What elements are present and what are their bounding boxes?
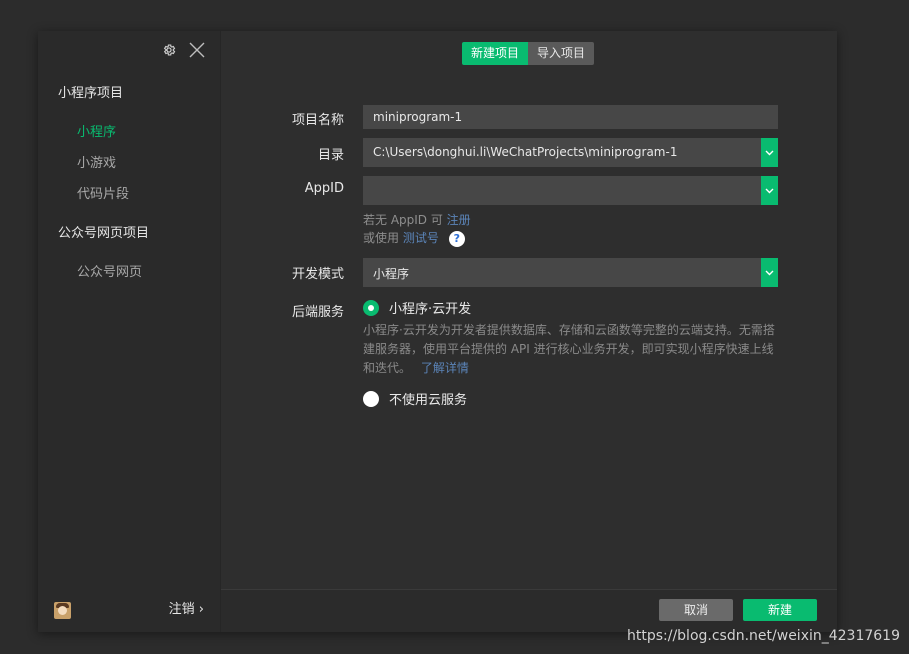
sidebar-toolbar <box>160 41 206 59</box>
radio-no-cloud-label: 不使用云服务 <box>389 393 468 408</box>
project-name-input[interactable]: miniprogram-1 <box>363 105 778 129</box>
learn-more-link[interactable]: 了解详情 <box>421 361 469 375</box>
appid-test-hint: 或使用 测试号? <box>363 229 465 247</box>
register-link[interactable]: 注册 <box>447 213 471 227</box>
section-mini-program: 小程序项目 <box>58 86 124 101</box>
project-tabs: 新建项目 导入项目 <box>462 42 595 65</box>
new-project-dialog: 小程序项目 小程序 小游戏 代码片段 公众号网页项目 公众号网页 注销 › 新建… <box>38 31 837 632</box>
cloud-dev-description: 小程序·云开发为开发者提供数据库、存储和云函数等完整的云端支持。无需搭建服务器，… <box>363 321 783 378</box>
appid-select[interactable] <box>363 176 778 205</box>
dialog-footer: 取消 新建 <box>221 589 837 632</box>
directory-value: C:\Users\donghui.li\WeChatProjects\minip… <box>373 145 678 159</box>
chevron-down-icon[interactable] <box>761 176 778 205</box>
sidebar-item-official-web[interactable]: 公众号网页 <box>77 261 142 280</box>
radio-no-cloud[interactable]: 不使用云服务 <box>363 389 467 408</box>
sidebar-item-code-snippet[interactable]: 代码片段 <box>77 183 129 202</box>
create-button[interactable]: 新建 <box>743 599 817 621</box>
radio-checked-icon <box>363 299 379 316</box>
cancel-button[interactable]: 取消 <box>659 599 733 621</box>
close-icon[interactable] <box>188 41 206 59</box>
project-name-label: 项目名称 <box>291 113 344 128</box>
tab-new-project[interactable]: 新建项目 <box>462 42 529 65</box>
logout-button[interactable]: 注销 › <box>169 598 204 617</box>
main-panel: 新建项目 导入项目 项目名称 miniprogram-1 目录 C:\Users… <box>221 31 837 632</box>
directory-select[interactable]: C:\Users\donghui.li\WeChatProjects\minip… <box>363 138 778 167</box>
appid-test-prefix: 或使用 <box>363 231 403 245</box>
radio-cloud-dev-label: 小程序·云开发 <box>389 302 472 317</box>
sidebar-item-minigame[interactable]: 小游戏 <box>77 152 116 171</box>
chevron-down-icon[interactable] <box>761 138 778 167</box>
sidebar: 小程序项目 小程序 小游戏 代码片段 公众号网页项目 公众号网页 注销 › <box>38 31 221 632</box>
watermark: https://blog.csdn.net/weixin_42317619 <box>626 628 900 644</box>
backend-service-label: 后端服务 <box>291 305 344 320</box>
dev-mode-select[interactable]: 小程序 <box>363 258 778 287</box>
section-official-account: 公众号网页项目 <box>58 226 150 241</box>
help-icon[interactable]: ? <box>448 230 465 247</box>
tab-import-project[interactable]: 导入项目 <box>528 42 595 65</box>
avatar[interactable] <box>54 602 71 619</box>
gear-icon[interactable] <box>160 41 178 59</box>
appid-label: AppID <box>304 181 344 196</box>
appid-register-prefix: 若无 AppID 可 <box>363 213 447 227</box>
appid-register-hint: 若无 AppID 可 注册 <box>363 211 471 228</box>
test-account-link[interactable]: 测试号 <box>403 231 439 245</box>
radio-cloud-dev[interactable]: 小程序·云开发 <box>363 298 471 317</box>
dev-mode-value: 小程序 <box>373 267 410 281</box>
radio-unchecked-icon <box>363 390 379 407</box>
directory-label: 目录 <box>317 148 344 163</box>
dev-mode-label: 开发模式 <box>291 267 344 282</box>
sidebar-item-miniprogram[interactable]: 小程序 <box>77 121 116 140</box>
chevron-down-icon[interactable] <box>761 258 778 287</box>
